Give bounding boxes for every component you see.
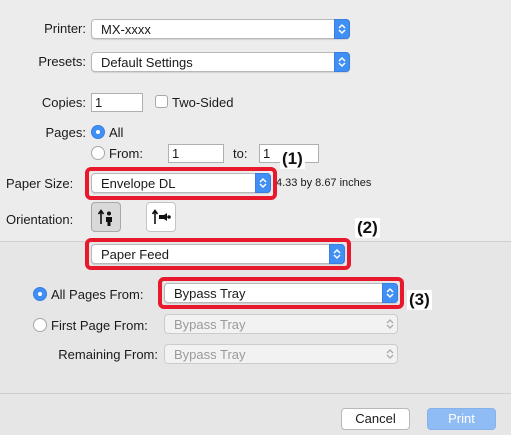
callout-2: (2) xyxy=(355,218,380,238)
remaining-from-label: Remaining From: xyxy=(58,347,158,362)
presets-popup-stepper-icon xyxy=(334,52,350,72)
printer-value: MX-xxxx xyxy=(101,22,151,37)
cancel-button[interactable]: Cancel xyxy=(341,408,410,430)
highlight-box-3 xyxy=(158,277,404,309)
paper-size-dimensions: 4.33 by 8.67 inches xyxy=(276,177,372,189)
presets-popup[interactable]: Default Settings xyxy=(91,52,350,72)
copies-label: Copies: xyxy=(41,95,86,110)
printer-popup-stepper-icon xyxy=(334,19,350,39)
pages-from-label: From: xyxy=(109,146,143,161)
landscape-orientation-button[interactable] xyxy=(146,202,176,232)
portrait-icon xyxy=(97,209,112,226)
first-page-from-radio[interactable] xyxy=(33,318,47,332)
pages-from-field[interactable]: 1 xyxy=(168,144,224,163)
portrait-orientation-button[interactable] xyxy=(91,202,121,232)
first-page-from-popup: Bypass Tray xyxy=(164,314,398,334)
print-button[interactable]: Print xyxy=(427,408,496,430)
presets-label: Presets: xyxy=(38,54,86,69)
printer-popup[interactable]: MX-xxxx xyxy=(91,19,350,39)
pages-to-label: to: xyxy=(233,146,248,161)
paper-feed-panel xyxy=(0,241,511,435)
two-sided-checkbox[interactable] xyxy=(155,95,168,108)
highlight-box-1 xyxy=(85,167,277,200)
first-page-stepper-icon xyxy=(386,319,394,329)
first-page-from-label: First Page From: xyxy=(51,318,148,333)
pages-from-value: 1 xyxy=(172,146,180,161)
pages-to-value: 1 xyxy=(263,146,271,161)
all-pages-from-label: All Pages From: xyxy=(51,287,144,302)
footer-divider xyxy=(0,393,511,394)
remaining-from-value: Bypass Tray xyxy=(174,347,246,362)
printer-label: Printer: xyxy=(44,21,86,36)
pages-from-radio[interactable] xyxy=(91,146,105,160)
two-sided-label: Two-Sided xyxy=(172,95,234,110)
copies-value: 1 xyxy=(95,95,103,110)
all-pages-from-radio[interactable] xyxy=(33,287,47,301)
first-page-from-value: Bypass Tray xyxy=(174,317,246,332)
pages-all-radio[interactable] xyxy=(91,125,105,139)
pages-all-label: All xyxy=(109,125,124,140)
pages-label: Pages: xyxy=(45,125,86,140)
orientation-label: Orientation: xyxy=(6,212,74,227)
paper-size-label: Paper Size: xyxy=(6,176,74,191)
copies-field[interactable]: 1 xyxy=(91,93,143,112)
callout-3: (3) xyxy=(407,290,432,310)
remaining-stepper-icon xyxy=(386,349,394,359)
landscape-icon xyxy=(151,209,171,224)
highlight-box-2 xyxy=(85,238,351,270)
remaining-from-popup: Bypass Tray xyxy=(164,344,398,364)
presets-value: Default Settings xyxy=(101,55,193,70)
callout-1: (1) xyxy=(280,149,305,169)
